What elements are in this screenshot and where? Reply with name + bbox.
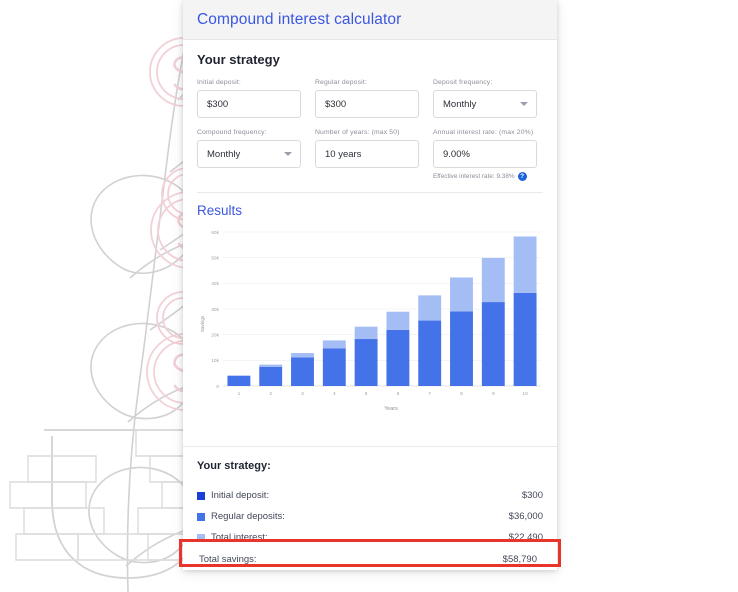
chart-bar-deposits bbox=[418, 320, 442, 386]
chart-bars bbox=[227, 236, 537, 386]
effective-interest-rate-text: Effective interest rate: 9.38% bbox=[433, 173, 515, 180]
chart-bar-interest bbox=[481, 257, 505, 303]
legend-swatch-total-interest bbox=[197, 533, 205, 542]
page-title: Compound interest calculator bbox=[197, 10, 402, 28]
field-row-2: Compound frequency: Monthly Number of ye… bbox=[197, 129, 543, 181]
initial-deposit-input[interactable] bbox=[197, 90, 301, 118]
label-number-of-years: Number of years: (max 50) bbox=[315, 129, 400, 136]
field-deposit-frequency: Deposit frequency: Monthly bbox=[433, 79, 537, 118]
compound-frequency-select[interactable]: Monthly bbox=[197, 140, 301, 168]
chart-y-tick-label: 50k bbox=[211, 255, 219, 261]
legend-swatch-regular-deposits bbox=[197, 512, 205, 521]
label-initial-deposit: Initial deposit: bbox=[197, 79, 241, 86]
chart-x-tick-label: 9 bbox=[492, 391, 495, 397]
chart-y-tick-label: 20k bbox=[211, 332, 219, 338]
legend-label-regular-deposits: Regular deposits: bbox=[211, 511, 285, 522]
chart-bar-deposits bbox=[513, 292, 537, 386]
chart-bar-interest bbox=[418, 295, 442, 321]
chart-bar-deposits bbox=[322, 348, 346, 386]
results-heading: Results bbox=[197, 203, 243, 218]
chart-y-tick-label: 10k bbox=[211, 358, 219, 364]
summary-section: Your strategy: Initial deposit: $300 Reg… bbox=[183, 446, 557, 570]
effective-interest-rate: Effective interest rate: 9.38% ? bbox=[433, 172, 537, 181]
chart-x-tick-label: 6 bbox=[397, 391, 400, 397]
legend-value-initial-deposit: $300 bbox=[521, 490, 543, 501]
chart-x-tick-label: 7 bbox=[428, 391, 431, 397]
field-compound-frequency: Compound frequency: Monthly bbox=[197, 129, 301, 181]
chart-x-axis-label: Years bbox=[384, 406, 398, 412]
chart-bar-deposits bbox=[354, 339, 378, 386]
field-annual-interest-rate: Annual interest rate: (max 20%) Effectiv… bbox=[433, 129, 537, 181]
chart-x-tick-label: 2 bbox=[269, 391, 272, 397]
savings-stacked-bar-chart: 0 10k 20k 30k 40k 50k 60k 1 2 3 4 5 6 7 8 9 10 Years Sa… bbox=[200, 230, 541, 412]
strategy-section: Your strategy Initial deposit: Regular d… bbox=[183, 40, 557, 193]
help-icon[interactable]: ? bbox=[517, 172, 527, 181]
chart-bar-interest bbox=[259, 364, 283, 367]
strategy-heading: Your strategy bbox=[197, 52, 280, 67]
chart-bar-deposits bbox=[386, 329, 410, 386]
legend-value-total-interest: $22,490 bbox=[508, 532, 543, 543]
label-deposit-frequency: Deposit frequency: bbox=[433, 79, 493, 86]
chart-y-tick-label: 30k bbox=[211, 307, 219, 313]
chart-x-tick-label: 10 bbox=[522, 391, 528, 397]
field-number-of-years: Number of years: (max 50) bbox=[315, 129, 419, 181]
chart-bar-interest bbox=[354, 326, 378, 340]
chart-bar-interest bbox=[227, 375, 251, 376]
chart-x-tick-label: 1 bbox=[238, 391, 241, 397]
label-annual-interest-rate: Annual interest rate: (max 20%) bbox=[433, 129, 534, 136]
compound-frequency-value: Monthly bbox=[207, 148, 241, 160]
total-savings-label: Total savings: bbox=[199, 553, 257, 565]
chart-x-tick-label: 3 bbox=[301, 391, 304, 397]
legend-label-initial-deposit: Initial deposit: bbox=[211, 490, 270, 501]
chart-x-axis-ticks: 1 2 3 4 5 6 7 8 9 10 bbox=[238, 391, 529, 397]
chart-bar-interest bbox=[322, 340, 346, 349]
list-item: Regular deposits: $36,000 bbox=[197, 506, 543, 527]
chart-y-tick-label: 60k bbox=[211, 230, 219, 236]
chart-bar-interest bbox=[386, 311, 410, 330]
deposit-frequency-select[interactable]: Monthly bbox=[433, 90, 537, 118]
legend-swatch-initial-deposit bbox=[197, 491, 205, 500]
chart-bar-interest bbox=[450, 277, 473, 312]
chart-y-axis-label: Savings bbox=[200, 315, 205, 332]
chart-y-tick-label: 40k bbox=[211, 281, 219, 287]
chart-bar-deposits bbox=[259, 366, 283, 386]
savings-chart: 0 10k 20k 30k 40k 50k 60k 1 2 3 4 5 6 7 8 9 10 Years Sa… bbox=[183, 224, 557, 419]
card-header: Compound interest calculator bbox=[183, 0, 557, 40]
annual-interest-rate-input[interactable] bbox=[433, 140, 537, 168]
legend-label-total-interest: Total interest: bbox=[211, 532, 268, 543]
chart-x-tick-label: 5 bbox=[365, 391, 368, 397]
chart-x-tick-label: 4 bbox=[333, 391, 336, 397]
chart-bar-deposits bbox=[291, 357, 314, 386]
total-savings-row: Total savings: $58,790 bbox=[197, 548, 543, 570]
chart-x-tick-label: 8 bbox=[460, 391, 463, 397]
chart-y-tick-label: 0 bbox=[216, 384, 219, 390]
legend-value-regular-deposits: $36,000 bbox=[508, 511, 543, 522]
regular-deposit-input[interactable] bbox=[315, 90, 419, 118]
chevron-down-icon bbox=[284, 152, 292, 156]
chart-bar-deposits bbox=[450, 311, 473, 386]
deposit-frequency-value: Monthly bbox=[443, 98, 477, 110]
summary-title: Your strategy: bbox=[197, 460, 271, 472]
field-row-1: Initial deposit: Regular deposit: Deposi… bbox=[197, 79, 543, 118]
number-of-years-input[interactable] bbox=[315, 140, 419, 168]
label-regular-deposit: Regular deposit: bbox=[315, 79, 367, 86]
chart-bar-deposits bbox=[227, 375, 251, 386]
chart-bar-interest bbox=[513, 236, 537, 293]
list-item: Total interest: $22,490 bbox=[197, 527, 543, 548]
chart-bar-interest bbox=[291, 353, 314, 358]
field-initial-deposit: Initial deposit: bbox=[197, 79, 301, 118]
field-regular-deposit: Regular deposit: bbox=[315, 79, 419, 118]
chart-y-axis-ticks: 0 10k 20k 30k 40k 50k 60k bbox=[211, 230, 219, 390]
label-compound-frequency: Compound frequency: bbox=[197, 129, 267, 136]
total-savings-value: $58,790 bbox=[502, 553, 537, 565]
chart-bar-deposits bbox=[481, 302, 505, 386]
compound-interest-calculator-card: Compound interest calculator Your strate… bbox=[183, 0, 557, 570]
chevron-down-icon bbox=[520, 102, 528, 106]
list-item: Initial deposit: $300 bbox=[197, 485, 543, 506]
